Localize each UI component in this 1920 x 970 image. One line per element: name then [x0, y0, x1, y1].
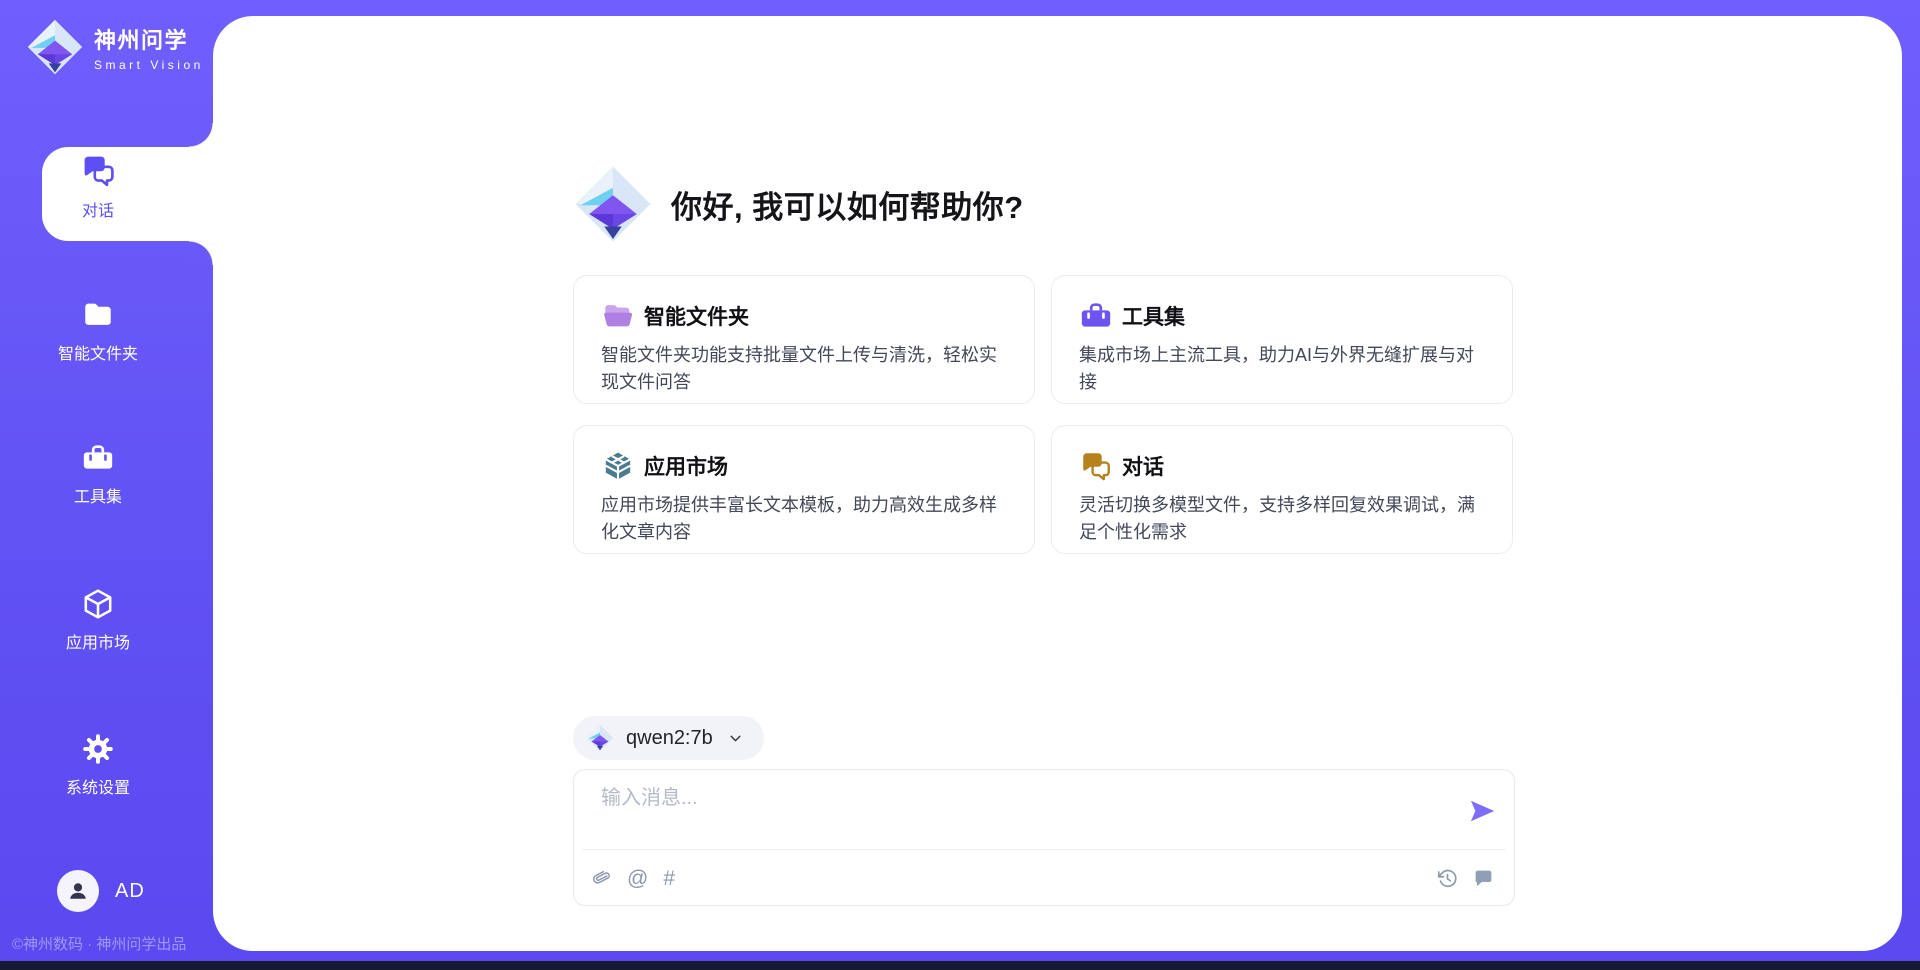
card-smart-folders[interactable]: 智能文件夹 智能文件夹功能支持批量文件上传与清洗，轻松实现文件问答	[573, 275, 1035, 404]
folder-open-icon	[601, 299, 635, 333]
sidebar-footer-credit: ©神州数码 · 神州问学出品	[12, 933, 212, 954]
topic-hash-icon[interactable]: #	[663, 868, 675, 889]
brand-subtitle: Smart Vision	[94, 58, 204, 72]
card-title: 应用市场	[644, 451, 728, 481]
folder-icon	[81, 298, 115, 332]
card-head: 对话	[1079, 449, 1486, 483]
chat-icon	[1079, 449, 1113, 483]
assistant-logo-diamond-icon	[573, 164, 653, 244]
main-content: 你好, 我可以如何帮助你? 智能文件夹 智能文件夹功能支持批量文件上传与清洗，轻…	[573, 16, 1515, 951]
brand-logo-diamond-icon	[26, 18, 84, 76]
card-title: 智能文件夹	[644, 301, 749, 331]
composer-toolbar-right	[1437, 868, 1494, 889]
comment-icon[interactable]	[1473, 868, 1494, 889]
sidebar: 神州问学 Smart Vision 对话 智能文件夹 工具集	[0, 0, 213, 970]
chevron-down-icon	[727, 730, 744, 747]
main-panel: 你好, 我可以如何帮助你? 智能文件夹 智能文件夹功能支持批量文件上传与清洗，轻…	[213, 16, 1902, 951]
message-input[interactable]	[601, 787, 1431, 810]
sidebar-item-settings[interactable]: 系统设置	[0, 732, 196, 798]
sidebar-item-smart-folders[interactable]: 智能文件夹	[0, 298, 196, 364]
toolbox-icon	[1079, 299, 1113, 333]
card-toolset[interactable]: 工具集 集成市场上主流工具，助力AI与外界无缝扩展与对接	[1051, 275, 1513, 404]
card-head: 工具集	[1079, 299, 1486, 333]
card-title: 对话	[1122, 451, 1164, 481]
sidebar-item-label: 工具集	[74, 483, 122, 507]
card-description: 灵活切换多模型文件，支持多样回复效果调试，满足个性化需求	[1079, 492, 1486, 547]
attachment-paperclip-icon[interactable]	[591, 868, 612, 889]
feature-cards: 智能文件夹 智能文件夹功能支持批量文件上传与清洗，轻松实现文件问答 工具集 集成…	[573, 275, 1513, 554]
sidebar-item-label: 系统设置	[66, 774, 130, 798]
card-description: 应用市场提供丰富长文本模板，助力高效生成多样化文章内容	[601, 492, 1008, 547]
sidebar-item-label: 对话	[82, 197, 114, 221]
history-icon[interactable]	[1437, 868, 1458, 889]
send-icon[interactable]	[1468, 797, 1496, 825]
sidebar-item-app-market[interactable]: 应用市场	[0, 587, 196, 653]
sidebar-item-label: 智能文件夹	[58, 340, 138, 364]
gear-icon	[81, 732, 115, 766]
composer-toolbar: @ #	[591, 850, 1494, 906]
mention-at-icon[interactable]: @	[627, 868, 648, 889]
user-profile[interactable]: AD	[57, 870, 145, 912]
greeting: 你好, 我可以如何帮助你?	[573, 164, 1024, 244]
card-head: 智能文件夹	[601, 299, 1008, 333]
card-title: 工具集	[1122, 301, 1185, 331]
greeting-text: 你好, 我可以如何帮助你?	[671, 182, 1024, 227]
brand-title: 神州问学	[94, 23, 204, 55]
toolbox-icon	[81, 441, 115, 475]
message-composer: @ #	[573, 769, 1515, 906]
card-app-market[interactable]: 应用市场 应用市场提供丰富长文本模板，助力高效生成多样化文章内容	[573, 425, 1035, 554]
person-icon	[66, 879, 90, 903]
model-selector[interactable]: qwen2:7b	[573, 716, 764, 760]
user-name: AD	[115, 880, 145, 903]
cube-icon	[81, 587, 115, 621]
sidebar-item-toolset[interactable]: 工具集	[0, 441, 196, 507]
sidebar-item-chat[interactable]: 对话	[0, 152, 196, 221]
card-chat[interactable]: 对话 灵活切换多模型文件，支持多样回复效果调试，满足个性化需求	[1051, 425, 1513, 554]
avatar	[57, 870, 99, 912]
card-description: 集成市场上主流工具，助力AI与外界无缝扩展与对接	[1079, 342, 1486, 397]
chat-icon	[80, 152, 117, 189]
brand-text: 神州问学 Smart Vision	[94, 23, 204, 72]
model-logo-diamond-icon	[586, 724, 614, 752]
cube-grid-icon	[601, 449, 635, 483]
model-name: qwen2:7b	[626, 727, 713, 750]
card-description: 智能文件夹功能支持批量文件上传与清洗，轻松实现文件问答	[601, 342, 1008, 397]
card-head: 应用市场	[601, 449, 1008, 483]
bottom-edge-bar	[0, 961, 1920, 970]
sidebar-item-label: 应用市场	[66, 629, 130, 653]
brand: 神州问学 Smart Vision	[26, 18, 204, 76]
